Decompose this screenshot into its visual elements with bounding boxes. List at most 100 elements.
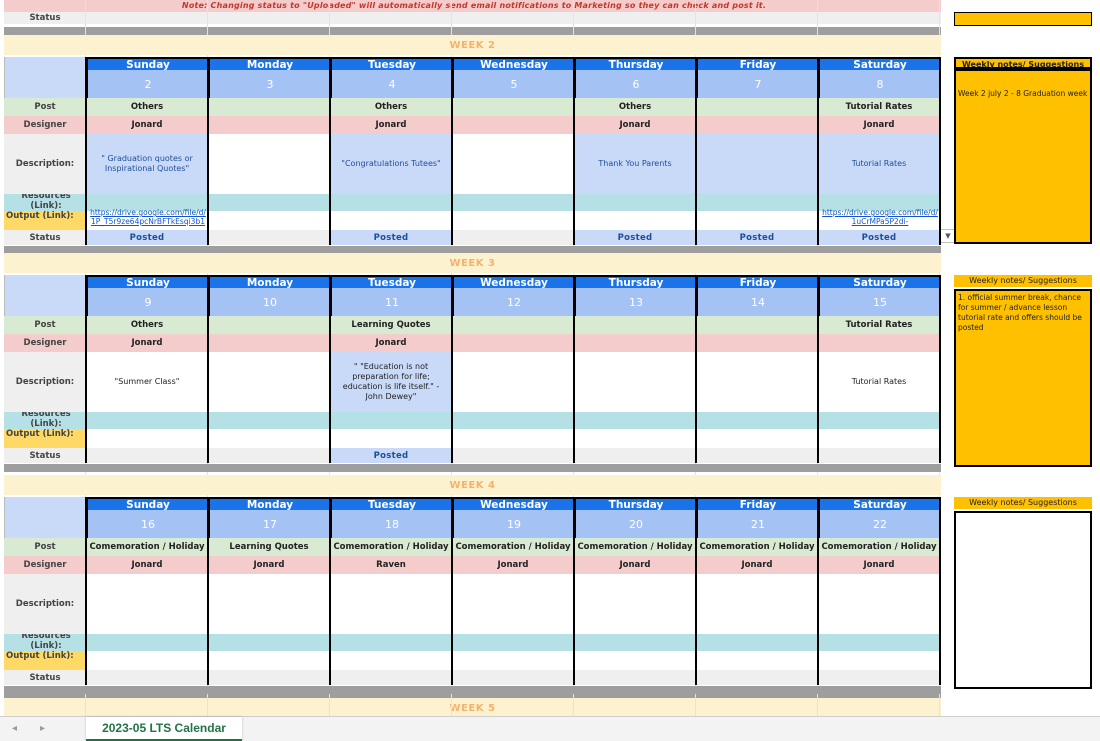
status-cell[interactable] <box>452 670 574 685</box>
designer-cell[interactable] <box>452 116 574 134</box>
post-cell[interactable]: Comemoration / Holiday <box>452 538 574 556</box>
post-cell[interactable] <box>452 98 574 116</box>
date-cell[interactable]: 10 <box>208 288 330 316</box>
status-cell[interactable] <box>574 670 696 685</box>
status-cell[interactable] <box>818 670 940 685</box>
status-cell[interactable] <box>452 230 574 245</box>
scroll-right-icon[interactable]: ▸ <box>40 723 45 734</box>
post-cell[interactable]: Comemoration / Holiday <box>696 538 818 556</box>
status-cell[interactable] <box>818 448 940 463</box>
post-cell[interactable] <box>208 98 330 116</box>
designer-cell[interactable]: Jonard <box>330 334 452 352</box>
weekly-notes-box[interactable]: 1. official summer break, chance for sum… <box>954 289 1092 467</box>
post-cell[interactable]: Tutorial Rates <box>818 316 940 334</box>
date-cell[interactable]: 18 <box>330 510 452 538</box>
status-cell[interactable]: Posted <box>696 230 818 245</box>
date-cell[interactable]: 5 <box>452 70 574 98</box>
output-cell[interactable] <box>86 648 208 670</box>
output-cell[interactable] <box>86 426 208 448</box>
output-cell[interactable] <box>452 648 574 670</box>
output-cell[interactable] <box>330 648 452 670</box>
description-cell[interactable] <box>452 134 574 194</box>
status-cell[interactable] <box>574 448 696 463</box>
description-cell[interactable] <box>208 134 330 194</box>
description-cell[interactable] <box>696 352 818 412</box>
designer-cell[interactable]: Jonard <box>818 556 940 574</box>
date-cell[interactable]: 21 <box>696 510 818 538</box>
date-cell[interactable]: 17 <box>208 510 330 538</box>
description-cell[interactable] <box>696 134 818 194</box>
output-cell[interactable] <box>330 208 452 230</box>
post-cell[interactable] <box>696 316 818 334</box>
date-cell[interactable]: 8 <box>818 70 940 98</box>
output-cell[interactable] <box>574 208 696 230</box>
status-cell[interactable]: Posted <box>330 448 452 463</box>
date-cell[interactable]: 20 <box>574 510 696 538</box>
output-cell[interactable] <box>452 208 574 230</box>
date-cell[interactable]: 12 <box>452 288 574 316</box>
designer-cell[interactable]: Jonard <box>208 556 330 574</box>
designer-cell[interactable]: Jonard <box>86 556 208 574</box>
output-cell[interactable] <box>696 426 818 448</box>
designer-cell[interactable] <box>574 334 696 352</box>
designer-cell[interactable] <box>208 334 330 352</box>
post-cell[interactable] <box>696 98 818 116</box>
designer-cell[interactable] <box>696 334 818 352</box>
status-cell[interactable] <box>208 448 330 463</box>
date-cell[interactable]: 6 <box>574 70 696 98</box>
post-cell[interactable]: Comemoration / Holiday <box>818 538 940 556</box>
post-cell[interactable]: Tutorial Rates <box>818 98 940 116</box>
description-cell[interactable]: " Graduation quotes or Inspirational Quo… <box>86 134 208 194</box>
post-cell[interactable]: Others <box>330 98 452 116</box>
description-cell[interactable]: "Summer Class" <box>86 352 208 412</box>
description-cell[interactable] <box>330 574 452 634</box>
output-cell[interactable] <box>818 426 940 448</box>
status-cell[interactable] <box>208 670 330 685</box>
date-cell[interactable]: 19 <box>452 510 574 538</box>
designer-cell[interactable]: Jonard <box>696 556 818 574</box>
designer-cell[interactable] <box>818 334 940 352</box>
designer-cell[interactable]: Jonard <box>574 116 696 134</box>
date-cell[interactable]: 16 <box>86 510 208 538</box>
designer-cell[interactable]: Jonard <box>330 116 452 134</box>
post-cell[interactable] <box>452 316 574 334</box>
date-cell[interactable]: 7 <box>696 70 818 98</box>
post-cell[interactable]: Comemoration / Holiday <box>574 538 696 556</box>
date-cell[interactable]: 22 <box>818 510 940 538</box>
status-cell[interactable] <box>86 670 208 685</box>
date-cell[interactable]: 15 <box>818 288 940 316</box>
designer-cell[interactable] <box>696 116 818 134</box>
date-cell[interactable]: 9 <box>86 288 208 316</box>
description-cell[interactable] <box>208 574 330 634</box>
output-cell[interactable]: https://drive.google.com/file/d/1uCrMPa5… <box>818 208 940 230</box>
sheet-tab-lts-calendar[interactable]: 2023-05 LTS Calendar <box>86 717 242 741</box>
date-cell[interactable]: 11 <box>330 288 452 316</box>
post-cell[interactable]: Comemoration / Holiday <box>86 538 208 556</box>
scroll-left-icon[interactable]: ◂ <box>12 723 17 734</box>
status-cell[interactable] <box>208 230 330 245</box>
weekly-notes-box[interactable] <box>954 511 1092 689</box>
designer-cell[interactable]: Jonard <box>818 116 940 134</box>
designer-cell[interactable] <box>452 334 574 352</box>
description-cell[interactable]: " "Education is not preparation for life… <box>330 352 452 412</box>
status-cell[interactable] <box>696 670 818 685</box>
output-cell[interactable] <box>696 208 818 230</box>
output-cell[interactable]: https://drive.google.com/file/d/1P_T5r9z… <box>86 208 208 230</box>
status-cell[interactable]: Posted <box>330 230 452 245</box>
date-cell[interactable]: 4 <box>330 70 452 98</box>
post-cell[interactable]: Others <box>86 316 208 334</box>
output-cell[interactable] <box>330 426 452 448</box>
output-cell[interactable] <box>574 648 696 670</box>
status-cell[interactable] <box>452 448 574 463</box>
status-cell[interactable] <box>330 670 452 685</box>
designer-cell[interactable]: Jonard <box>452 556 574 574</box>
description-cell[interactable]: Thank You Parents <box>574 134 696 194</box>
designer-cell[interactable]: Jonard <box>574 556 696 574</box>
description-cell[interactable]: Tutorial Rates <box>818 352 940 412</box>
description-cell[interactable]: Tutorial Rates <box>818 134 940 194</box>
description-cell[interactable] <box>574 574 696 634</box>
designer-cell[interactable]: Raven <box>330 556 452 574</box>
description-cell[interactable] <box>86 574 208 634</box>
designer-cell[interactable]: Jonard <box>86 334 208 352</box>
designer-cell[interactable] <box>208 116 330 134</box>
